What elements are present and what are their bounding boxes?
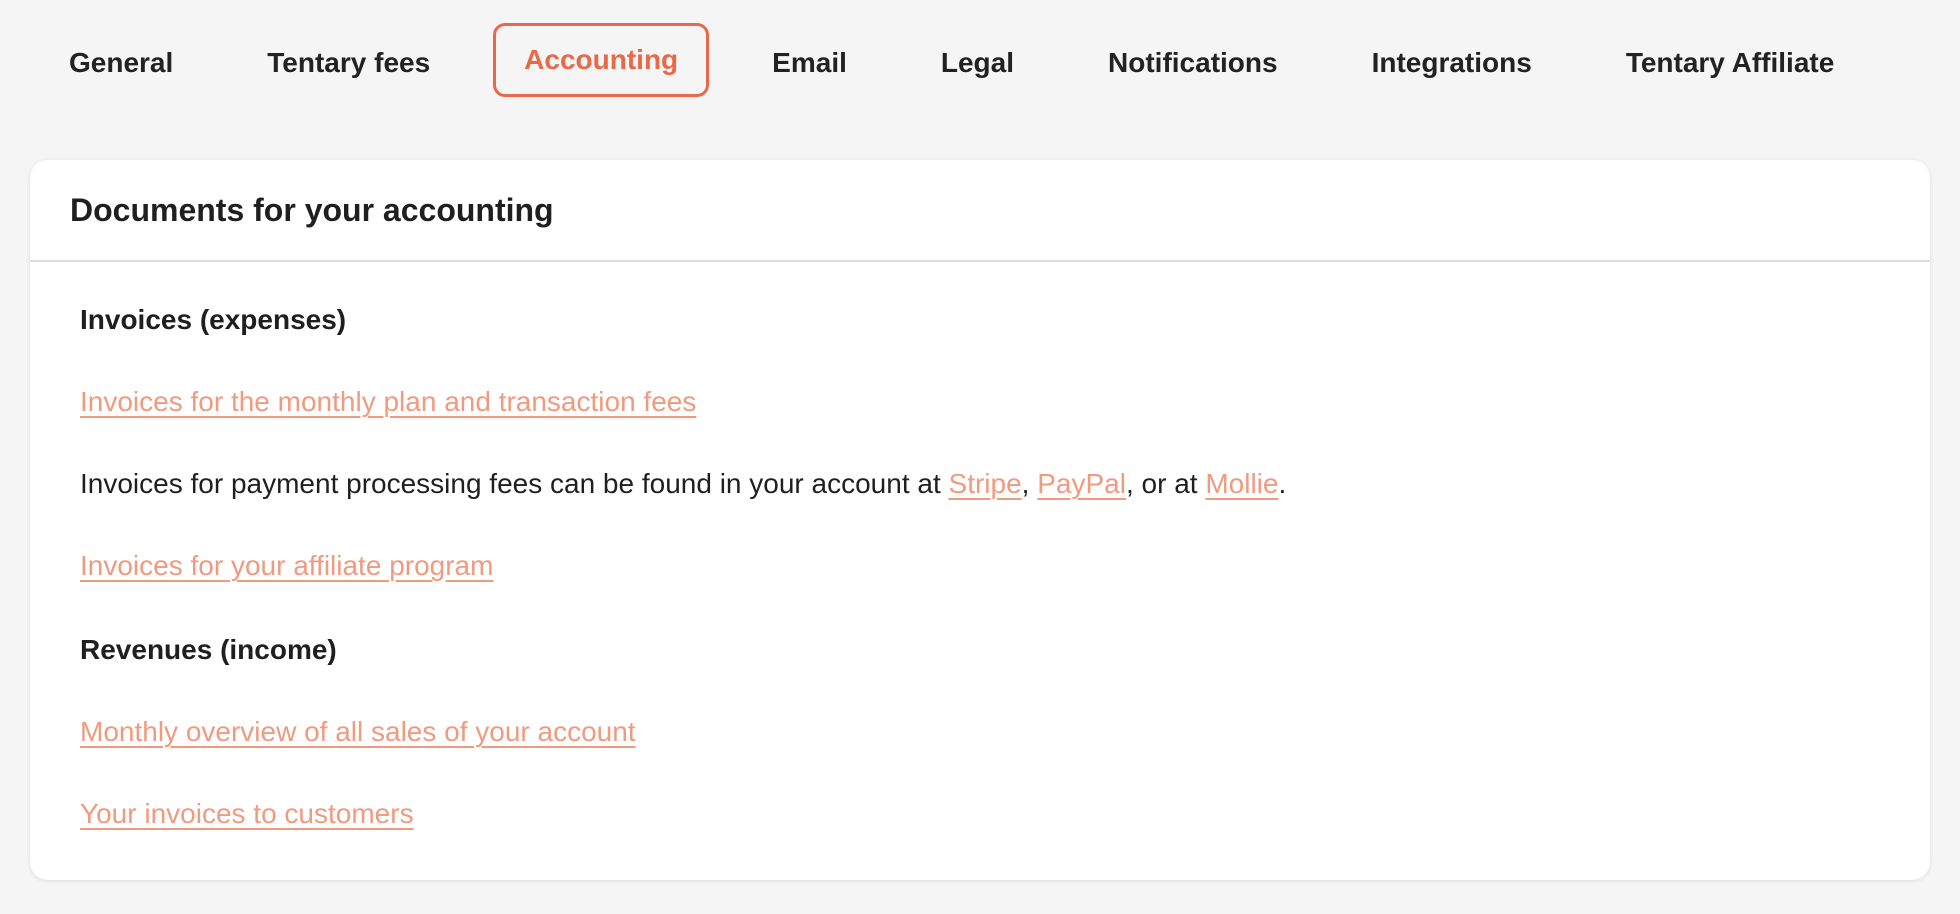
period: . [1278, 468, 1287, 499]
accounting-documents-card: Documents for your accounting Invoices (… [30, 160, 1930, 880]
payment-processing-row: Invoices for payment processing fees can… [80, 464, 1930, 504]
tab-notifications[interactable]: Notifications [1077, 26, 1309, 94]
paypal-link[interactable]: PayPal [1037, 468, 1126, 499]
payment-processing-text: Invoices for payment processing fees can… [80, 468, 949, 499]
monthly-plan-invoices-link[interactable]: Invoices for the monthly plan and transa… [80, 386, 696, 417]
sales-overview-row: Monthly overview of all sales of your ac… [80, 712, 1930, 752]
settings-tabs: General Tentary fees Accounting Email Le… [38, 23, 1897, 97]
tab-general[interactable]: General [38, 26, 204, 94]
or-at-text: , or at [1125, 468, 1206, 499]
tab-tentary-affiliate[interactable]: Tentary Affiliate [1595, 26, 1865, 94]
sales-overview-link[interactable]: Monthly overview of all sales of your ac… [80, 716, 636, 747]
monthly-plan-row: Invoices for the monthly plan and transa… [80, 382, 1930, 422]
card-title: Documents for your accounting [70, 191, 554, 228]
card-header: Documents for your accounting [30, 160, 1930, 262]
tab-accounting[interactable]: Accounting [493, 23, 710, 97]
customer-invoices-row: Your invoices to customers [80, 794, 1930, 834]
income-heading: Revenues (income) [80, 634, 337, 665]
card-body: Invoices (expenses) Invoices for the mon… [30, 262, 1930, 834]
tab-integrations[interactable]: Integrations [1341, 26, 1563, 94]
tab-email[interactable]: Email [741, 26, 878, 94]
stripe-link[interactable]: Stripe [949, 468, 1022, 499]
comma-separator: , [1021, 468, 1038, 499]
expenses-heading: Invoices (expenses) [80, 304, 347, 335]
tab-tentary-fees[interactable]: Tentary fees [236, 26, 461, 94]
customer-invoices-link[interactable]: Your invoices to customers [80, 798, 414, 829]
mollie-link[interactable]: Mollie [1205, 468, 1278, 499]
affiliate-invoices-link[interactable]: Invoices for your affiliate program [80, 550, 493, 581]
affiliate-row: Invoices for your affiliate program [80, 546, 1930, 586]
tab-legal[interactable]: Legal [910, 26, 1045, 94]
